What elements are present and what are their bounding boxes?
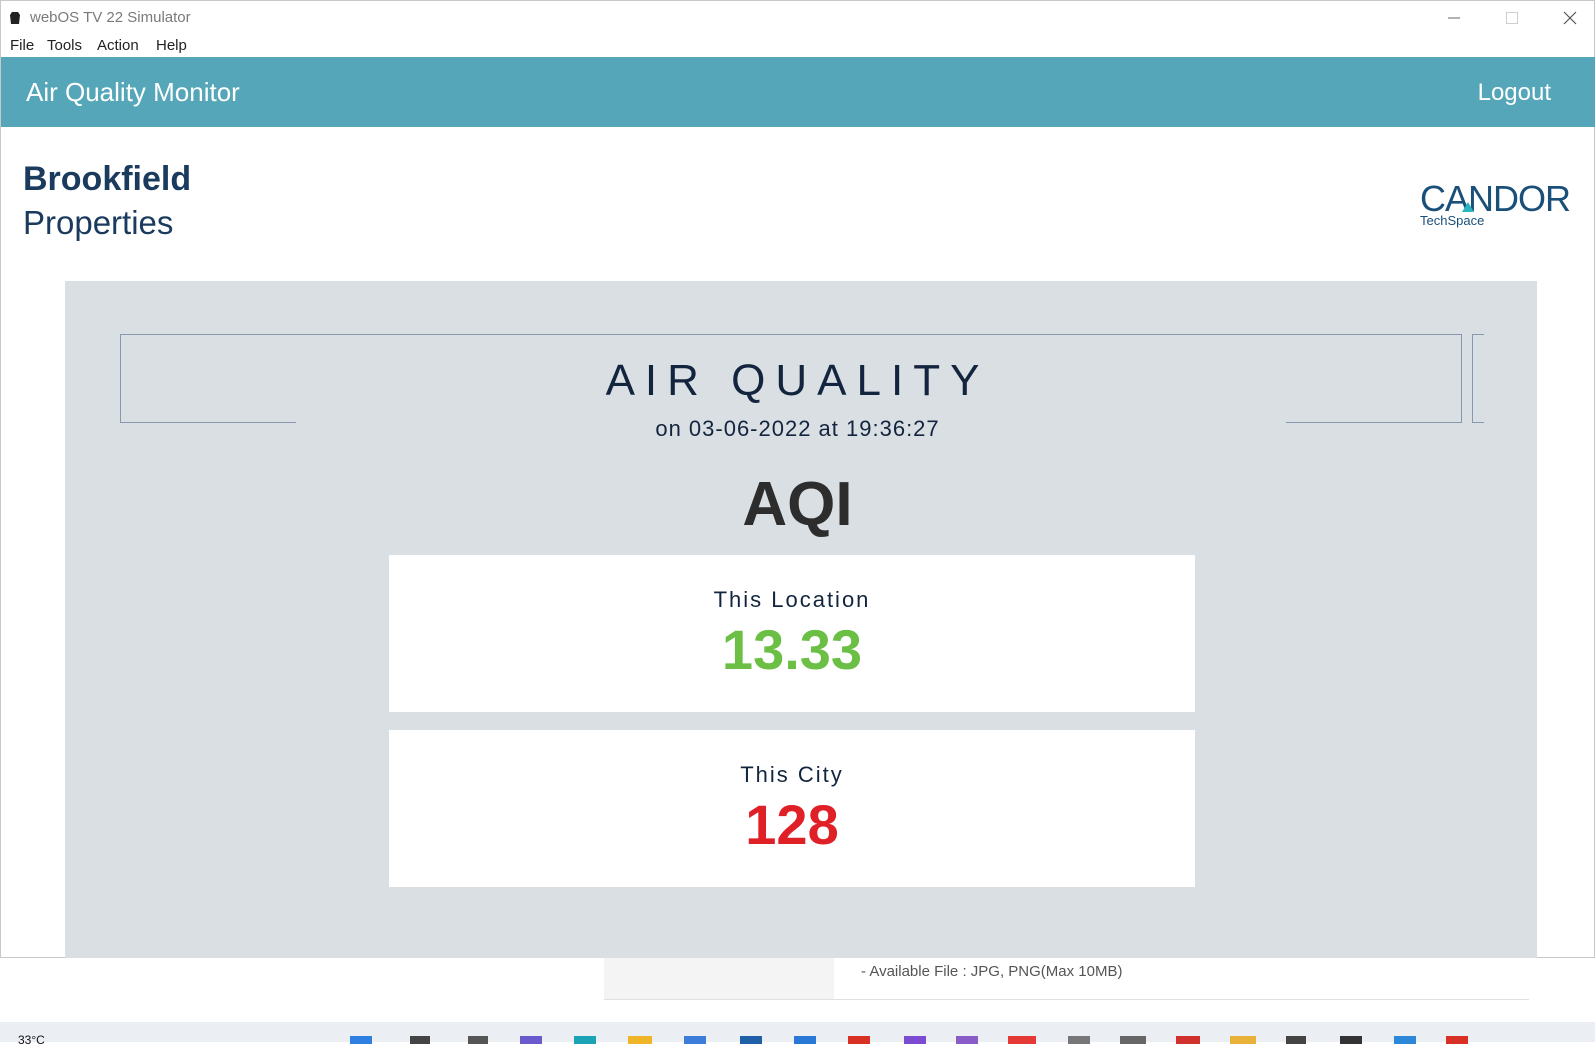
- vscode-icon[interactable]: [740, 1036, 762, 1044]
- teams-icon[interactable]: [520, 1036, 542, 1044]
- candor-logo-sub: TechSpace: [1420, 213, 1485, 228]
- brookfield-logo-line1: Brookfield: [23, 160, 192, 198]
- visual-studio-icon[interactable]: [956, 1036, 978, 1044]
- window-title: webOS TV 22 Simulator: [30, 9, 191, 26]
- location-aqi-label: This Location: [713, 587, 871, 612]
- app-icon-dark[interactable]: [1286, 1036, 1306, 1044]
- candor-logo: CANDOR TechSpace: [1420, 178, 1580, 228]
- title-bar[interactable]: webOS TV 22 Simulator: [1, 1, 1594, 33]
- background-divider: [604, 999, 1529, 1000]
- minimize-button[interactable]: [1431, 5, 1477, 31]
- task-view-icon[interactable]: [468, 1036, 488, 1044]
- app-title: Air Quality Monitor: [26, 77, 240, 107]
- location-aqi-card: This Location 13.33: [389, 555, 1195, 712]
- search-icon[interactable]: [410, 1036, 430, 1044]
- menu-action[interactable]: Action: [97, 37, 139, 54]
- app-header: Air Quality Monitor Logout: [1, 57, 1595, 127]
- city-aqi-value: 128: [745, 793, 839, 856]
- tool-icon[interactable]: [1068, 1036, 1090, 1044]
- terminal-icon[interactable]: [1120, 1036, 1146, 1044]
- start-icon[interactable]: [350, 1036, 372, 1044]
- menu-tools[interactable]: Tools: [47, 37, 82, 54]
- cloud-icon[interactable]: [1394, 1036, 1416, 1044]
- simulator-taskbar-icon[interactable]: [1008, 1036, 1036, 1044]
- background-upload-box: [604, 958, 834, 1000]
- close-icon: [1563, 11, 1577, 25]
- close-button[interactable]: [1547, 5, 1593, 31]
- maximize-button[interactable]: [1489, 5, 1535, 31]
- reading-timestamp: on 03-06-2022 at 19:36:27: [655, 416, 940, 441]
- app-icon-blue[interactable]: [794, 1036, 816, 1044]
- city-aqi-card: This City 128: [389, 730, 1195, 887]
- explorer-icon[interactable]: [1230, 1036, 1256, 1044]
- mail-icon[interactable]: [848, 1036, 870, 1044]
- candor-triangle-icon: [1462, 202, 1474, 212]
- air-quality-heading: AIR QUALITY: [605, 356, 990, 405]
- github-icon[interactable]: [1340, 1036, 1362, 1044]
- city-aqi-label: This City: [740, 762, 844, 787]
- logout-button[interactable]: Logout: [1478, 79, 1551, 107]
- folder-icon[interactable]: [628, 1036, 652, 1044]
- location-aqi-value: 13.33: [721, 618, 863, 681]
- calendar-icon[interactable]: [1446, 1036, 1468, 1044]
- aqi-label: AQI: [742, 470, 853, 539]
- browser-icon[interactable]: [1176, 1036, 1200, 1044]
- weather-temperature[interactable]: 33°C: [18, 1033, 45, 1047]
- brookfield-logo-line2: Properties: [23, 204, 174, 241]
- background-file-note: - Available File : JPG, PNG(Max 10MB): [861, 963, 1123, 980]
- maximize-icon: [1506, 12, 1518, 24]
- menu-file[interactable]: File: [10, 37, 34, 54]
- store-icon[interactable]: [684, 1036, 706, 1044]
- edge-icon[interactable]: [574, 1036, 596, 1044]
- app-icon: [10, 12, 20, 24]
- menu-help[interactable]: Help: [156, 37, 187, 54]
- chat-icon[interactable]: [904, 1036, 926, 1044]
- minimize-icon: [1448, 17, 1460, 19]
